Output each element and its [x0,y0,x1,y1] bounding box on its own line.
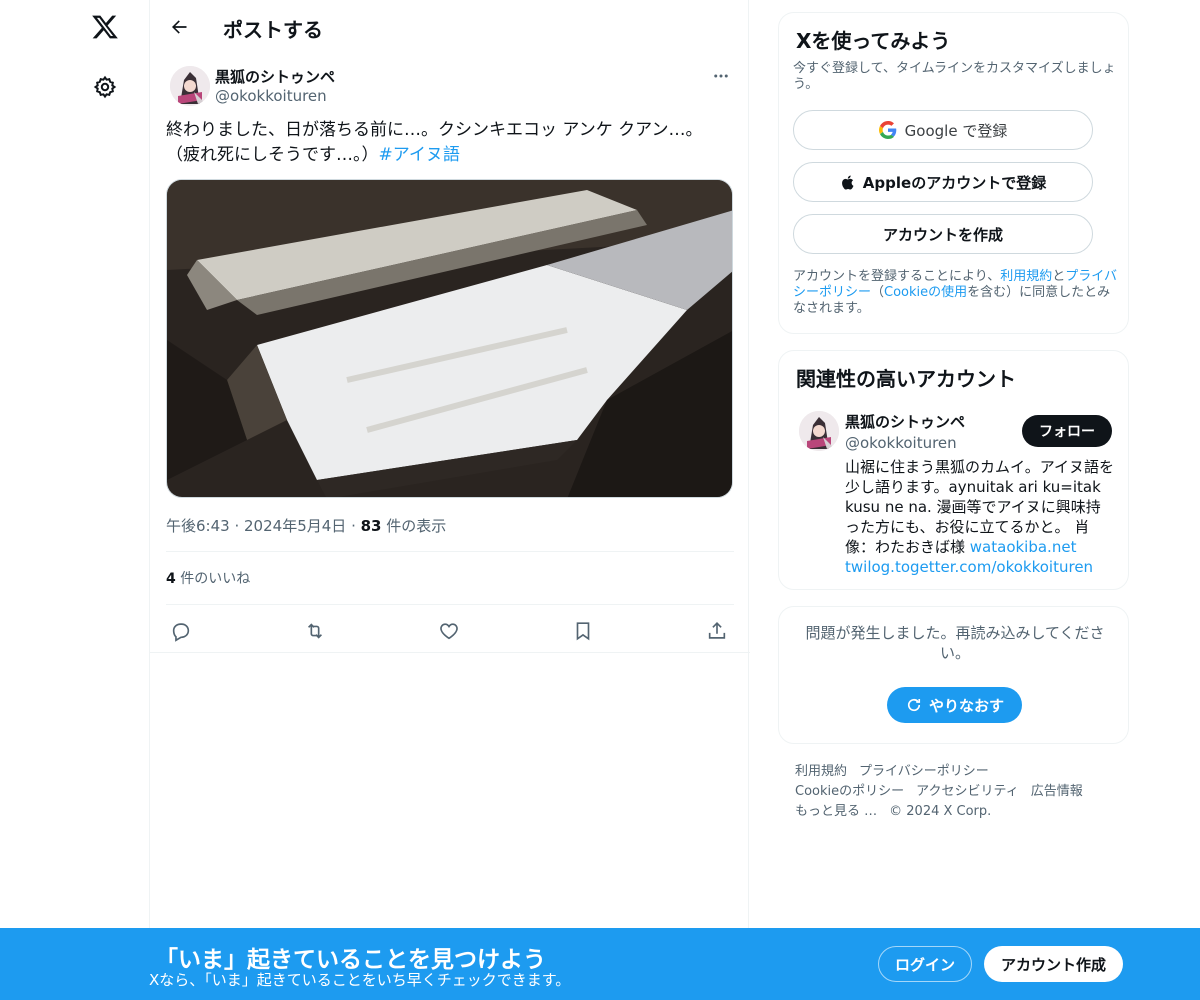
likes-summary[interactable]: 4 件のいいね [166,568,250,588]
signup-card-subtitle: 今すぐ登録して、タイムラインをカスタマイズしましょう。 [793,61,1116,92]
left-nav [0,0,150,1000]
signup-button[interactable]: アカウント作成 [984,946,1123,982]
tweet-text-line2: （疲れ死にしそうです…。）#アイヌ語 [166,143,736,168]
banner-subtitle: Xなら、「いま」起きていることをいち早くチェックできます。 [149,971,571,989]
meta-separator: · [234,517,245,535]
legal-prefix: アカウントを登録することにより、 [793,269,1001,284]
tweet-photo[interactable] [166,179,733,498]
avatar[interactable] [799,411,839,451]
bookmark-icon[interactable] [568,616,598,646]
signup-card: Xを使ってみよう 今すぐ登録して、タイムラインをカスタマイズしましょう。 Goo… [778,12,1129,334]
likes-label: 件のいいね [180,571,251,587]
legal-paren: （ [871,285,885,300]
refresh-icon [905,696,923,714]
tweet-meta: 午後6:43 · 2024年5月4日 · 83 件の表示 [166,515,446,536]
apple-signup-button[interactable]: Appleのアカウントで登録 [793,162,1093,202]
create-account-button[interactable]: アカウントを作成 [793,214,1093,254]
bio-link-website[interactable]: wataokiba.net [970,538,1077,556]
google-signup-button[interactable]: Google で登録 [793,110,1093,150]
related-account-handle[interactable]: @okokkoituren [845,434,957,452]
tweet-time[interactable]: 午後6:43 [166,517,230,535]
apple-signup-label: Appleのアカウントで登録 [862,173,1047,192]
footer-link-cookie[interactable]: Cookieのポリシー [795,784,904,799]
views-count: 83 [360,517,382,535]
related-accounts-card: 関連性の高いアカウント 黒狐のシトゥンペ @okokkoituren フォロー … [778,350,1129,590]
retry-button[interactable]: やりなおす [887,687,1022,723]
author-handle[interactable]: @okokkoituren [215,87,327,105]
related-account-bio: 山裾に住まう黒狐のカムイ。アイヌ語を少し語ります。aynuitak ari ku… [845,457,1115,577]
hashtag-link[interactable]: #アイヌ語 [379,145,460,165]
divider [150,652,750,653]
views-label: 件の表示 [386,517,447,535]
tweet-date[interactable]: 2024年5月4日 [244,517,346,535]
main-column: ポストする 黒狐のシトゥンペ @okokkoituren 終わりました、日が落ち… [149,0,750,1000]
tweet-text-prefix: （疲れ死にしそうです…。） [166,145,379,165]
bio-link-twilog[interactable]: twilog.togetter.com/okokkoituren [845,558,1093,576]
footer-link-privacy[interactable]: プライバシーポリシー [859,764,989,779]
footer-copyright: © 2024 X Corp. [889,804,992,819]
footer-link-terms[interactable]: 利用規約 [795,764,847,779]
tweet-text: 終わりました、日が落ちる前に…。クシンキエコッ アンケ クアン…。 （疲れ死にし… [166,118,736,168]
follow-button[interactable]: フォロー [1022,415,1112,447]
like-icon[interactable] [434,616,464,646]
author-name[interactable]: 黒狐のシトゥンペ [215,66,335,87]
apple-icon [840,173,857,192]
footer-link-ads[interactable]: 広告情報 [1031,784,1083,799]
signup-legal-text: アカウントを登録することにより、利用規約とプライバシーポリシー（Cookieの使… [793,269,1121,317]
error-card: 問題が発生しました。再読み込みしてください。 やりなおす [778,606,1129,744]
meta-separator: · [351,517,361,535]
footer-link-accessibility[interactable]: アクセシビリティ [916,784,1019,799]
cookie-link[interactable]: Cookieの使用 [884,285,967,300]
more-icon[interactable] [706,64,736,88]
related-account-name[interactable]: 黒狐のシトゥンペ [845,411,965,432]
google-signup-label: Google で登録 [904,121,1008,140]
signup-banner: 「いま」起きていることを見つけよう Xなら、「いま」起きていることをいち早くチェ… [0,928,1200,1000]
terms-link[interactable]: 利用規約 [1000,269,1052,284]
likes-count: 4 [166,571,176,587]
divider [166,604,734,605]
google-icon [878,121,897,139]
divider [166,551,734,552]
avatar[interactable] [170,66,210,106]
retweet-icon[interactable] [300,616,330,646]
share-icon[interactable] [702,616,732,646]
related-card-title: 関連性の高いアカウント [796,367,1016,391]
footer-link-more[interactable]: もっと見る … [795,804,877,819]
back-arrow-icon[interactable] [166,14,192,40]
tweet-author: 黒狐のシトゥンペ @okokkoituren [166,64,736,108]
tweet-text-line1: 終わりました、日が落ちる前に…。クシンキエコッ アンケ クアン…。 [166,120,703,140]
gear-icon[interactable] [90,72,120,102]
page-title: ポストする [223,18,323,42]
x-logo-icon[interactable] [88,10,122,44]
footer-links: 利用規約 プライバシーポリシー Cookieのポリシー アクセシビリティ 広告情報 も… [795,762,1115,822]
error-message: 問題が発生しました。再読み込みしてください。 [805,624,1105,662]
retry-label: やりなおす [928,696,1004,715]
tweet-actions [166,612,734,648]
signup-card-title: Xを使ってみよう [796,29,951,53]
create-account-label: アカウントを作成 [882,225,1003,244]
legal-and: と [1052,269,1066,284]
reply-icon[interactable] [166,616,196,646]
login-button[interactable]: ログイン [878,946,972,982]
post-header: ポストする [150,0,750,54]
